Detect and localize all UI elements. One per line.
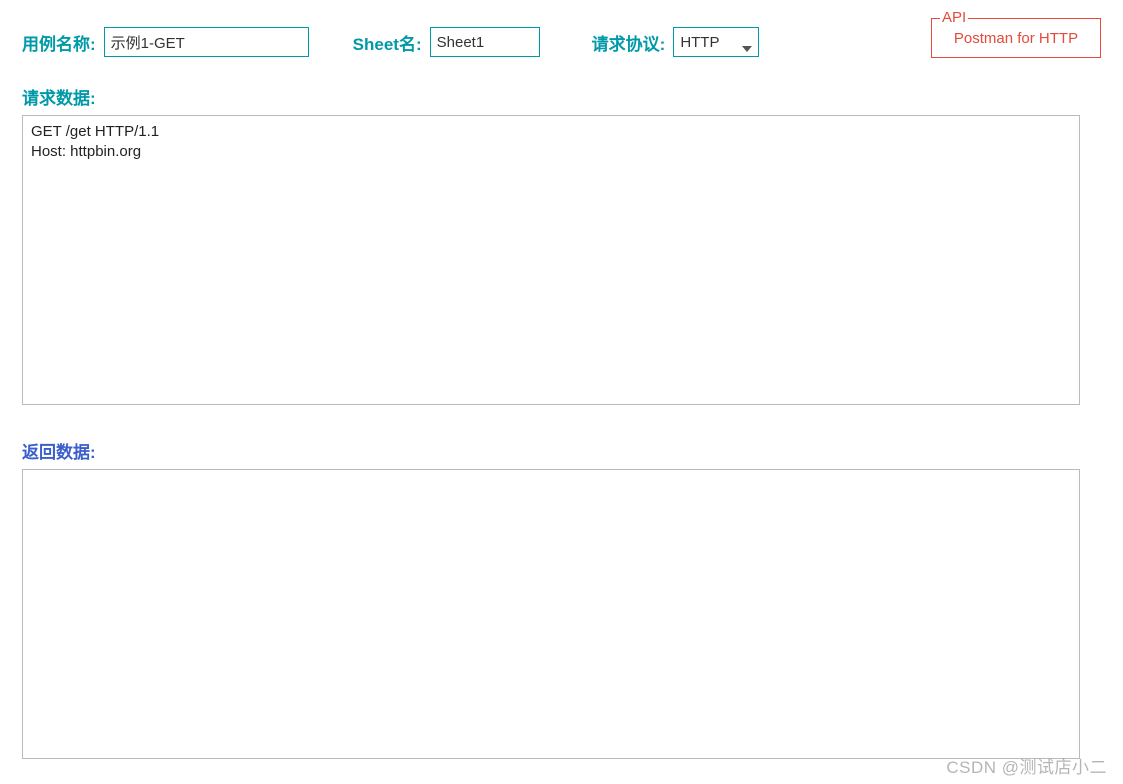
chevron-down-icon — [742, 46, 752, 52]
response-data-textarea[interactable] — [22, 469, 1080, 759]
case-name-label: 用例名称: — [22, 30, 96, 55]
api-text: Postman for HTTP — [954, 30, 1078, 47]
sheet-name-input[interactable] — [430, 27, 540, 57]
request-data-label: 请求数据: — [22, 84, 1101, 109]
protocol-select-value: HTTP — [680, 34, 719, 51]
protocol-select[interactable]: HTTP — [673, 27, 759, 57]
api-legend: API — [940, 9, 968, 26]
protocol-label: 请求协议: — [592, 30, 666, 55]
sheet-name-label: Sheet名: — [353, 30, 422, 55]
case-name-input[interactable] — [104, 27, 309, 57]
request-data-textarea[interactable] — [22, 115, 1080, 405]
api-group-box: API Postman for HTTP — [931, 18, 1101, 58]
response-data-label: 返回数据: — [22, 438, 1101, 463]
watermark-text: CSDN @测试店小二 — [946, 753, 1107, 778]
